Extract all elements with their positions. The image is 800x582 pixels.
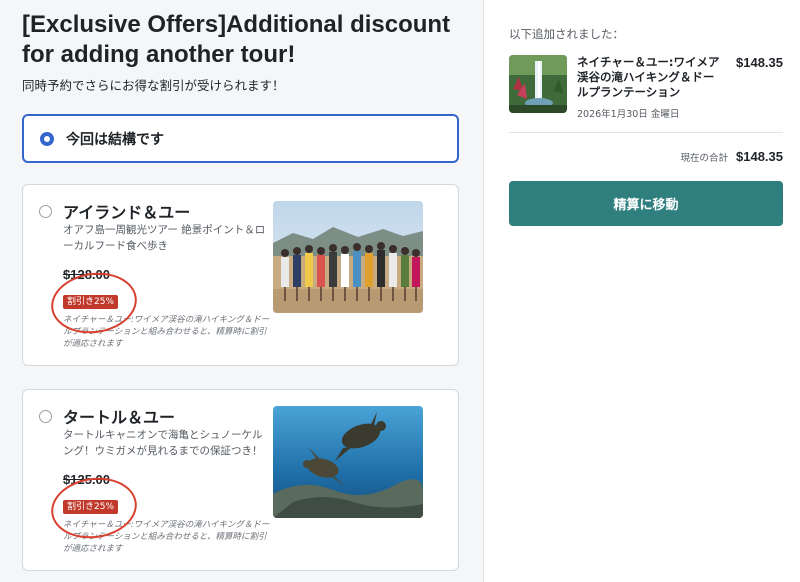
decline-option-label: 今回は結構です — [66, 131, 164, 148]
discount-note: ネイチャー＆ユー:ワイメア渓谷の滝ハイキング＆ドールプランテーションと組み合わせ… — [63, 315, 270, 349]
group-photo-image — [273, 201, 423, 313]
discount-note: ネイチャー＆ユー:ワイメア渓谷の滝ハイキング＆ドールプランテーションと組み合わせ… — [63, 520, 270, 554]
divider — [509, 132, 783, 133]
page-title: [Exclusive Offers]Additional discount fo… — [22, 11, 451, 68]
cart-item-name: ネイチャー＆ユー:ワイメア渓谷の滝ハイキング＆ドールプランテーション — [577, 55, 720, 99]
tour-option-card[interactable]: タートル＆ユー タートルキャニオンで海亀とシュノーケルング！ウミガメが見れるまで… — [22, 389, 459, 571]
radio-selected-icon[interactable] — [40, 131, 54, 146]
upsell-panel: [Exclusive Offers]Additional discount fo… — [0, 0, 484, 582]
waterfall-image — [509, 55, 567, 113]
tour-description: タートルキャニオンで海亀とシュノーケルング！ウミガメが見れるまでの保証つき！ — [63, 429, 263, 457]
tour-option-card[interactable]: アイランド＆ユー オアフ島一周観光ツアー 絶景ポイント＆ローカルフード食べ歩き … — [22, 184, 459, 366]
radio-unselected-icon[interactable] — [39, 205, 52, 218]
page-subtitle: 同時予約でさらにお得な割引が受けられます！ — [22, 78, 285, 93]
discount-badge: 割引き25% — [63, 500, 119, 514]
sea-turtle-image — [273, 406, 423, 518]
decline-option[interactable]: 今回は結構です — [22, 114, 459, 163]
tour-title: タートル＆ユー — [63, 408, 176, 427]
cart-summary: 以下追加されました： ネイチャー＆ユー:ワイメア渓谷の滝ハイキング＆ドールプラン… — [485, 0, 800, 582]
tour-original-price: $125.00 — [63, 472, 110, 487]
cart-item-price: $148.35 — [736, 55, 783, 70]
added-label: 以下追加されました： — [509, 27, 624, 41]
radio-unselected-icon[interactable] — [39, 410, 52, 423]
cart-total: 現在の合計 $148.35 — [509, 149, 783, 164]
total-value: $148.35 — [736, 149, 783, 164]
discount-badge: 割引き25% — [63, 295, 119, 309]
cart-item-date: 2026年1月30日 金曜日 — [577, 109, 680, 120]
cart-item: ネイチャー＆ユー:ワイメア渓谷の滝ハイキング＆ドールプランテーション $148.… — [509, 55, 783, 120]
tour-description: オアフ島一周観光ツアー 絶景ポイント＆ローカルフード食べ歩き — [63, 224, 266, 252]
checkout-button[interactable]: 精算に移動 — [509, 181, 783, 226]
tour-original-price: $128.00 — [63, 267, 110, 282]
total-label: 現在の合計 — [680, 153, 728, 164]
tour-title: アイランド＆ユー — [63, 203, 191, 222]
